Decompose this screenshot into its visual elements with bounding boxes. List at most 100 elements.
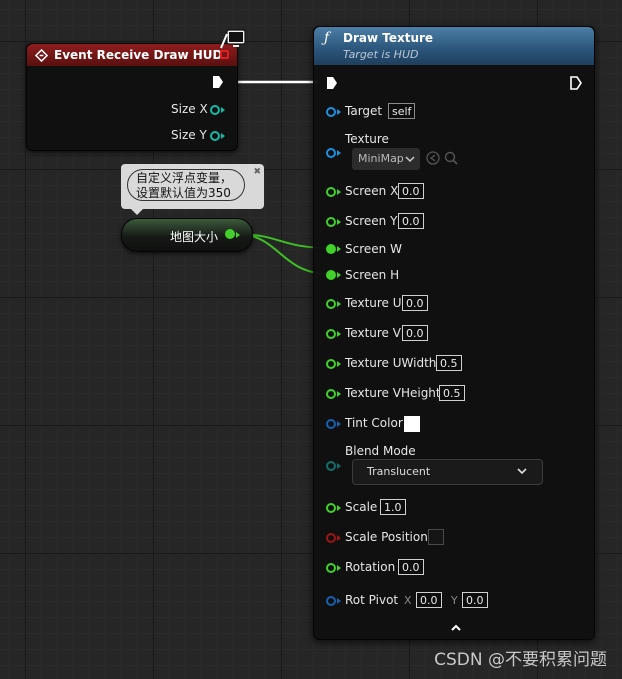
screen-w-pin-arrow [337,246,341,252]
target-pin-arrow [337,109,341,115]
texture-u-label: Texture U [345,296,402,310]
rotation-pin-arrow [337,565,341,571]
screen-h-pin-arrow [337,272,341,278]
screen-x-input[interactable]: 0.0 [398,183,424,199]
rot-pivot-label: Rot Pivot [345,593,399,607]
scale-position-checkbox[interactable] [428,529,444,545]
draw-texture-exec-in-pin[interactable] [326,76,338,90]
comment-bubble[interactable]: 自定义浮点变量， 设置默认值为350 ✖ [121,164,264,215]
screen-x-pin[interactable] [326,187,336,197]
screen-y-input[interactable]: 0.0 [398,213,424,229]
rotation-pin[interactable] [326,563,336,573]
size-x-pin-arrow [221,107,225,113]
rotation-label: Rotation [345,560,396,574]
chevron-down-icon [517,468,527,475]
rot-pivot-y-input[interactable]: 0.0 [462,592,488,608]
texture-pin-arrow [337,150,341,156]
comment-text: 自定义浮点变量， 设置默认值为350 [127,169,245,201]
browse-search-icon[interactable] [444,151,458,165]
comment-line-2: 设置默认值为350 [136,186,231,200]
texture-uwidth-label: Texture UWidth [345,356,437,370]
map-size-variable-label: 地图大小 [170,230,219,244]
texture-v-input[interactable]: 0.0 [402,325,428,341]
event-receive-draw-hud-node[interactable]: Event Receive Draw HUD Size X Size Y [26,43,238,151]
texture-v-pin[interactable] [326,329,336,339]
tint-color-pin[interactable] [326,419,336,429]
texture-u-pin-arrow [337,301,341,307]
size-y-pin-arrow [221,133,225,139]
tint-color-pin-arrow [337,421,341,427]
draw-texture-header[interactable]: ƒ Draw Texture Target is HUD [314,27,594,65]
scale-label: Scale [345,500,378,514]
size-x-pin[interactable] [210,105,220,115]
scale-pin-arrow [337,505,341,511]
scale-position-pin-arrow [337,535,341,541]
texture-vheight-label: Texture VHeight [345,386,441,400]
size-x-label: Size X [171,102,208,116]
texture-asset-value: MiniMap [358,152,404,165]
blend-mode-dropdown[interactable]: Translucent [352,459,543,485]
event-node-title: Event Receive Draw HUD [54,48,223,62]
size-y-pin[interactable] [210,131,220,141]
map-size-output-pin[interactable] [225,229,235,239]
texture-vheight-pin-arrow [337,391,341,397]
texture-asset-dropdown[interactable]: MiniMap [352,148,420,170]
chevron-down-icon [405,156,415,163]
collapse-advanced-icon[interactable] [450,623,462,633]
draw-texture-subtitle: Target is HUD [343,48,419,61]
scale-position-pin[interactable] [326,533,336,543]
watermark-text: CSDN @不要积累问题 [434,650,607,670]
blend-mode-pin-arrow [337,463,341,469]
texture-vheight-pin[interactable] [326,389,336,399]
use-selected-icon[interactable] [426,151,440,165]
blend-mode-value: Translucent [367,465,431,478]
texture-pin[interactable] [326,148,336,158]
monitor-icon [220,29,246,49]
size-y-label: Size Y [171,128,207,142]
rot-pivot-y-label: Y [451,594,458,607]
rot-pivot-pin-arrow [337,598,341,604]
comment-line-1: 自定义浮点变量， [136,171,233,185]
texture-v-pin-arrow [337,331,341,337]
draw-texture-exec-out-pin[interactable] [570,76,582,90]
texture-u-pin[interactable] [326,299,336,309]
texture-uwidth-pin-arrow [337,361,341,367]
target-pin[interactable] [326,107,336,117]
function-icon: ƒ [324,30,330,46]
draw-texture-title: Draw Texture [343,31,434,45]
tint-color-swatch[interactable] [404,416,420,432]
target-value: self [388,103,416,119]
screen-w-label: Screen W [345,242,402,256]
screen-h-pin[interactable] [326,270,336,280]
event-exec-out-pin[interactable] [212,75,224,89]
draw-texture-node[interactable]: ƒ Draw Texture Target is HUD Target self… [313,26,595,640]
texture-v-label: Texture V [345,326,401,340]
texture-uwidth-input[interactable]: 0.5 [436,355,462,371]
screen-y-pin-arrow [337,219,341,225]
map-size-pin-arrow [236,232,240,238]
scale-pin[interactable] [326,503,336,513]
event-node-header[interactable]: Event Receive Draw HUD [27,44,237,66]
blend-mode-label: Blend Mode [345,444,416,458]
texture-u-input[interactable]: 0.0 [402,295,428,311]
texture-vheight-input[interactable]: 0.5 [439,385,465,401]
texture-label: Texture [345,132,389,146]
blend-mode-pin[interactable] [326,461,336,471]
map-size-variable-node[interactable]: 地图大小 [121,218,253,252]
scale-input[interactable]: 1.0 [380,499,406,515]
rot-pivot-pin[interactable] [326,596,336,606]
screen-x-pin-arrow [337,189,341,195]
rotation-input[interactable]: 0.0 [398,559,424,575]
rot-pivot-x-input[interactable]: 0.0 [416,592,442,608]
texture-uwidth-pin[interactable] [326,359,336,369]
screen-y-label: Screen Y [345,214,398,228]
comment-pin-icon[interactable]: ✖ [253,167,261,177]
comment-tail [131,209,143,215]
scale-position-label: Scale Position [345,530,428,544]
rot-pivot-x-label: X [404,594,412,607]
screen-y-pin[interactable] [326,217,336,227]
screen-w-pin[interactable] [326,244,336,254]
event-diamond-icon [35,48,48,62]
screen-x-label: Screen X [345,184,399,198]
tint-color-label: Tint Color [345,416,403,430]
